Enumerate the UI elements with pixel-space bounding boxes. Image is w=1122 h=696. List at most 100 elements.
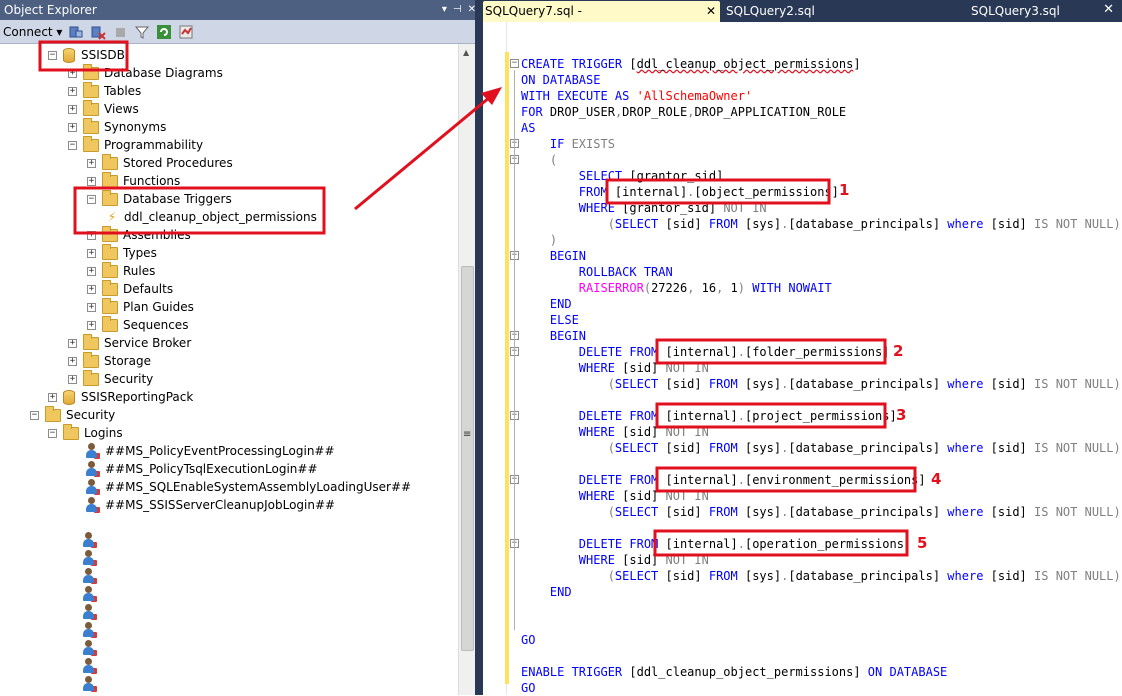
code-line[interactable]: WHERE [sid] NOT IN: [521, 552, 1121, 568]
tree-node[interactable]: + Synonyms: [68, 117, 166, 136]
code-line[interactable]: IF EXISTS: [521, 136, 1121, 152]
code-line[interactable]: END: [521, 296, 1121, 312]
login-icon[interactable]: [81, 640, 97, 656]
tree-node[interactable]: ⚡ ddl_cleanup_object_permissions: [104, 208, 317, 226]
code-line[interactable]: DELETE FROM [internal].[operation_permis…: [521, 536, 1121, 552]
activity-monitor-icon[interactable]: [178, 24, 194, 40]
code-line[interactable]: [521, 456, 1121, 472]
code-line[interactable]: ON DATABASE: [521, 72, 1121, 88]
tree-node[interactable]: − SSISDB: [48, 46, 125, 64]
code-line[interactable]: FOR DROP_USER,DROP_ROLE,DROP_APPLICATION…: [521, 104, 1121, 120]
code-line[interactable]: (SELECT [sid] FROM [sys].[database_princ…: [521, 216, 1121, 232]
tree-node[interactable]: + Service Broker: [68, 333, 191, 352]
sql-code[interactable]: CREATE TRIGGER [ddl_cleanup_object_permi…: [521, 56, 1121, 696]
connect-server-icon[interactable]: [68, 24, 84, 40]
tree-node[interactable]: + Functions: [87, 171, 180, 190]
collapse-icon[interactable]: −: [48, 50, 57, 60]
code-line[interactable]: (SELECT [sid] FROM [sys].[database_princ…: [521, 376, 1121, 392]
login-icon[interactable]: [81, 658, 97, 674]
code-line[interactable]: GO: [521, 680, 1121, 696]
scroll-up-icon[interactable]: ▲: [463, 48, 469, 57]
code-line[interactable]: CREATE TRIGGER [ddl_cleanup_object_permi…: [521, 56, 1121, 72]
tree-node[interactable]: ##MS_SQLEnableSystemAssemblyLoadingUser#…: [84, 478, 411, 496]
code-line[interactable]: WHERE [sid] NOT IN: [521, 360, 1121, 376]
code-line[interactable]: ELSE: [521, 312, 1121, 328]
tree-node[interactable]: ##MS_PolicyEventProcessingLogin##: [84, 442, 335, 460]
expand-icon[interactable]: +: [68, 104, 77, 114]
login-icon[interactable]: [81, 550, 97, 566]
pin-icon[interactable]: ⊣: [453, 0, 462, 20]
code-line[interactable]: DELETE FROM [internal].[folder_permissio…: [521, 344, 1121, 360]
code-line[interactable]: BEGIN: [521, 248, 1121, 264]
code-line[interactable]: ROLLBACK TRAN: [521, 264, 1121, 280]
code-line[interactable]: [521, 520, 1121, 536]
expand-icon[interactable]: +: [87, 248, 96, 258]
login-icon[interactable]: [81, 586, 97, 602]
login-icon[interactable]: [81, 568, 97, 584]
tree-node[interactable]: + Tables: [68, 81, 141, 100]
code-line[interactable]: FROM [internal].[object_permissions]: [521, 184, 1121, 200]
dropdown-icon[interactable]: ▾: [442, 0, 447, 20]
code-line[interactable]: BEGIN: [521, 328, 1121, 344]
collapse-icon[interactable]: −: [87, 194, 96, 204]
collapse-icon[interactable]: −: [30, 410, 39, 420]
tree-node[interactable]: − Database Triggers: [87, 189, 232, 208]
expand-icon[interactable]: +: [68, 356, 77, 366]
tab-sqlquery2[interactable]: SQLQuery2.sql: [724, 1, 884, 22]
expand-icon[interactable]: +: [68, 374, 77, 384]
expand-icon[interactable]: +: [68, 338, 77, 348]
tree-scrollbar[interactable]: ▲ ≡: [458, 44, 475, 695]
expand-icon[interactable]: +: [68, 86, 77, 96]
tree-node[interactable]: + Storage: [68, 351, 151, 370]
code-line[interactable]: (SELECT [sid] FROM [sys].[database_princ…: [521, 440, 1121, 456]
expand-icon[interactable]: +: [87, 158, 96, 168]
tree-node[interactable]: + Defaults: [87, 279, 173, 298]
panel-splitter[interactable]: [475, 0, 483, 695]
connect-button[interactable]: Connect ▾: [3, 25, 62, 39]
code-line[interactable]: [521, 392, 1121, 408]
collapse-icon[interactable]: −: [68, 140, 77, 150]
code-line[interactable]: (: [521, 152, 1121, 168]
expand-icon[interactable]: +: [68, 68, 77, 78]
code-line[interactable]: ): [521, 232, 1121, 248]
tree-node[interactable]: + Stored Procedures: [87, 153, 233, 172]
expand-icon[interactable]: +: [87, 230, 96, 240]
code-line[interactable]: WITH EXECUTE AS 'AllSchemaOwner': [521, 88, 1121, 104]
code-line[interactable]: WHERE [sid] NOT IN: [521, 424, 1121, 440]
close-window-icon[interactable]: ✕: [1103, 2, 1114, 17]
code-line[interactable]: RAISERROR(27226, 16, 1) WITH NOWAIT: [521, 280, 1121, 296]
login-icon[interactable]: [81, 532, 97, 548]
tree-node[interactable]: − Programmability: [68, 135, 203, 154]
code-line[interactable]: [521, 616, 1121, 632]
tree-node[interactable]: + Plan Guides: [87, 297, 194, 316]
code-line[interactable]: ENABLE TRIGGER [ddl_cleanup_object_permi…: [521, 664, 1121, 680]
expand-icon[interactable]: +: [87, 266, 96, 276]
tree-node[interactable]: + Security: [68, 369, 153, 388]
expand-icon[interactable]: +: [87, 320, 96, 330]
expand-icon[interactable]: +: [68, 122, 77, 132]
disconnect-icon[interactable]: [90, 24, 107, 40]
collapse-region-icon[interactable]: −: [510, 59, 519, 68]
code-line[interactable]: DELETE FROM [internal].[project_permissi…: [521, 408, 1121, 424]
filter-icon[interactable]: [134, 24, 150, 40]
collapse-icon[interactable]: −: [48, 428, 57, 438]
tree-node[interactable]: + Types: [87, 243, 157, 262]
code-line[interactable]: DELETE FROM [internal].[environment_perm…: [521, 472, 1121, 488]
tree-node[interactable]: ##MS_SSISServerCleanupJobLogin##: [84, 496, 335, 514]
code-line[interactable]: AS: [521, 120, 1121, 136]
code-line[interactable]: [521, 600, 1121, 616]
scrollbar-thumb[interactable]: [461, 266, 474, 651]
expand-icon[interactable]: +: [48, 392, 57, 402]
tree-node[interactable]: + Sequences: [87, 315, 188, 334]
expand-icon[interactable]: +: [87, 302, 96, 312]
code-line[interactable]: [521, 648, 1121, 664]
code-line[interactable]: (SELECT [sid] FROM [sys].[database_princ…: [521, 568, 1121, 584]
tree-node[interactable]: + SSISReportingPack: [48, 388, 193, 406]
login-icon[interactable]: [81, 604, 97, 620]
login-icon[interactable]: [81, 676, 97, 692]
tree-node[interactable]: + Database Diagrams: [68, 63, 223, 82]
code-line[interactable]: (SELECT [sid] FROM [sys].[database_princ…: [521, 504, 1121, 520]
code-line[interactable]: WHERE [sid] NOT IN: [521, 488, 1121, 504]
tab-sqlquery3[interactable]: SQLQuery3.sql: [969, 1, 1109, 22]
code-line[interactable]: GO: [521, 632, 1121, 648]
